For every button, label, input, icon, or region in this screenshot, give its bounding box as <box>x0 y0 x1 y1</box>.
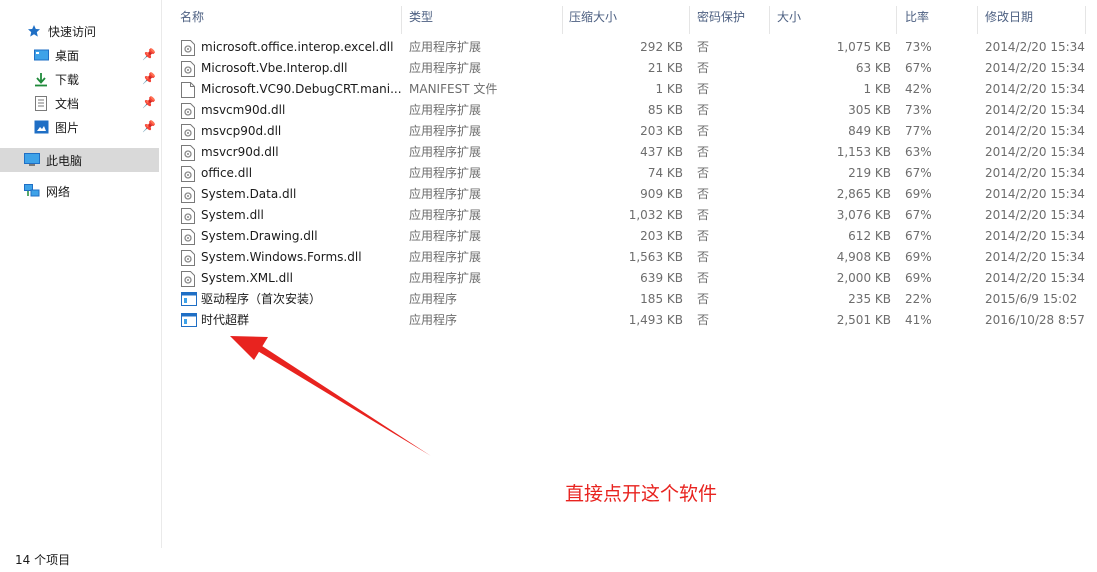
arrow-shaft <box>256 344 431 456</box>
annotation-text: 直接点开这个软件 <box>565 483 718 505</box>
annotation-arrow <box>230 336 431 456</box>
